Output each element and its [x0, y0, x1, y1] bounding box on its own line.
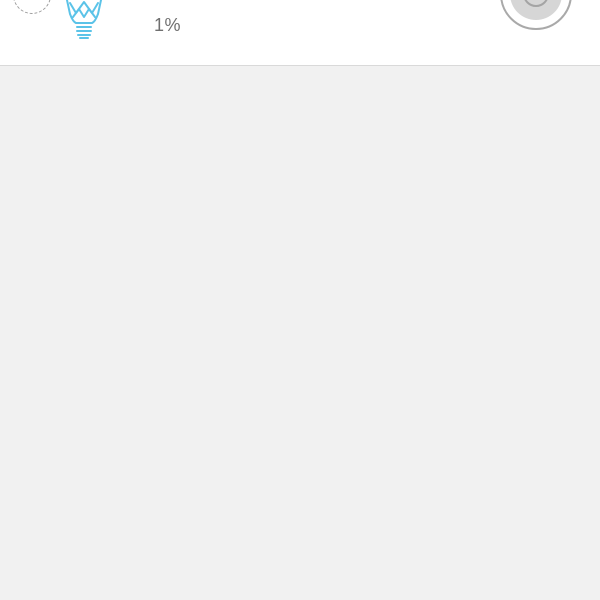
- device-row[interactable]: 1%: [0, 0, 600, 66]
- light-bulb-icon: [66, 0, 102, 39]
- power-button[interactable]: [500, 0, 572, 30]
- power-button-face: [510, 0, 562, 20]
- power-icon: [523, 0, 549, 7]
- select-circle-icon[interactable]: [13, 0, 51, 14]
- brightness-value: 1%: [154, 15, 182, 35]
- empty-content-area: [0, 66, 600, 600]
